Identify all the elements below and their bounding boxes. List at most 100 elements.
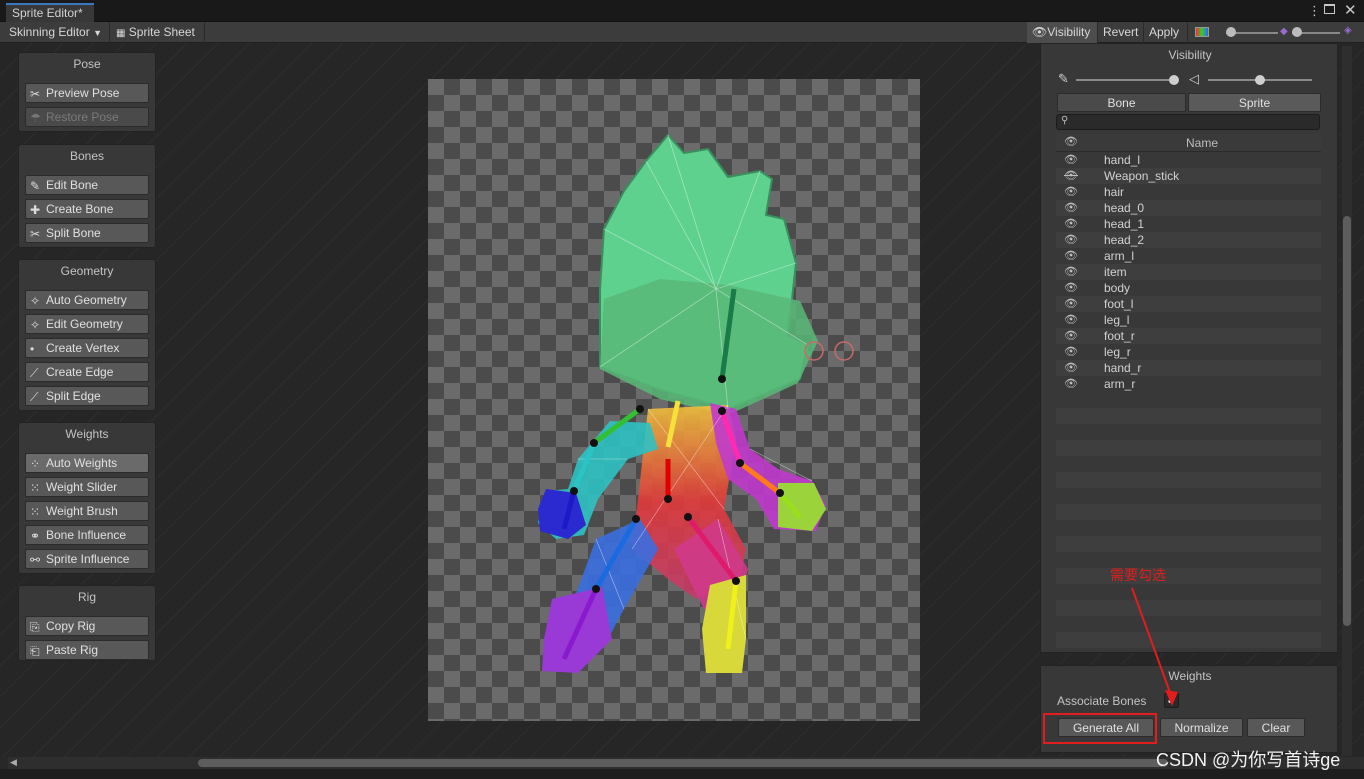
restore-pose-icon: ☂	[30, 111, 41, 125]
edit-bone-button[interactable]: ✎ Edit Bone	[25, 175, 149, 195]
tab-sprite[interactable]: Sprite	[1188, 93, 1321, 112]
copy-rig-button[interactable]: ⎘ Copy Rig	[25, 616, 149, 636]
eye-icon[interactable]: 👁	[1064, 265, 1078, 278]
eye-icon[interactable]: 👁	[1064, 249, 1078, 262]
list-item[interactable]: 👁 body	[1056, 280, 1321, 296]
search-input[interactable]: ⚲	[1056, 114, 1320, 130]
close-icon[interactable]: ✕	[1344, 1, 1357, 19]
eye-icon[interactable]: 👁	[1064, 233, 1078, 246]
bone-influence-label: Bone Influence	[46, 528, 127, 542]
visibility-toggle[interactable]: 👁Visibility	[1027, 22, 1098, 43]
layer-name: item	[1104, 265, 1127, 279]
auto-weights-button[interactable]: ⁘ Auto Weights	[25, 453, 149, 473]
normalize-label: Normalize	[1174, 721, 1229, 735]
watermark: CSDN @为你写首诗ge	[1156, 750, 1341, 770]
auto-weights-icon: ⁘	[30, 457, 41, 471]
list-item[interactable]: 👁 hand_r	[1056, 360, 1321, 376]
eye-icon[interactable]: 👁	[1064, 313, 1078, 326]
list-item[interactable]: 👁 head_0	[1056, 200, 1321, 216]
restore-pose-button[interactable]: ☂ Restore Pose	[25, 107, 149, 127]
eye-hidden-icon[interactable]: 👁	[1064, 169, 1078, 182]
edit-geometry-label: Edit Geometry	[46, 317, 123, 331]
color-channels-icon[interactable]	[1195, 27, 1209, 37]
eye-icon[interactable]: 👁	[1064, 345, 1078, 358]
create-bone-button[interactable]: ✚ Create Bone	[25, 199, 149, 219]
eye-icon[interactable]: 👁	[1064, 297, 1078, 310]
edit-geometry-button[interactable]: ✧ Edit Geometry	[25, 314, 149, 334]
tab-sprite-editor[interactable]: Sprite Editor*	[6, 3, 94, 22]
zoom-slider-thumb[interactable]	[1226, 27, 1236, 37]
weights-panel-title: Weights	[1168, 669, 1212, 683]
list-item[interactable]: 👁 Weapon_stick	[1056, 168, 1321, 184]
eye-icon[interactable]: 👁	[1064, 281, 1078, 294]
mode-dropdown[interactable]: Skinning Editor ▼	[4, 22, 110, 43]
list-item[interactable]: 👁 foot_l	[1056, 296, 1321, 312]
edit-bone-icon: ✎	[30, 179, 41, 193]
vertical-scrollbar-thumb[interactable]	[1343, 216, 1351, 626]
alpha-slider-thumb[interactable]	[1292, 27, 1302, 37]
mesh-opacity-thumb[interactable]	[1255, 75, 1265, 85]
list-item[interactable]: 👁 leg_r	[1056, 344, 1321, 360]
bone-influence-button[interactable]: ⚭ Bone Influence	[25, 525, 149, 545]
create-edge-label: Create Edge	[46, 365, 114, 379]
face-mesh	[600, 279, 818, 415]
normalize-button[interactable]: Normalize	[1160, 718, 1243, 737]
create-vertex-label: Create Vertex	[46, 341, 120, 355]
clear-button[interactable]: Clear	[1247, 718, 1305, 737]
horizontal-scrollbar-thumb[interactable]	[198, 759, 1168, 767]
list-item[interactable]: 👁 item	[1056, 264, 1321, 280]
vertical-scrollbar[interactable]	[1342, 46, 1352, 756]
apply-button[interactable]: Apply	[1144, 22, 1188, 43]
restore-pose-label: Restore Pose	[46, 110, 119, 124]
create-edge-icon: ⟋	[30, 366, 39, 380]
list-item[interactable]: 👁 arm_l	[1056, 248, 1321, 264]
eye-icon[interactable]: 👁	[1064, 201, 1078, 214]
layer-name: Weapon_stick	[1104, 169, 1180, 183]
create-edge-button[interactable]: ⟋ Create Edge	[25, 362, 149, 382]
bone-opacity-thumb[interactable]	[1169, 75, 1179, 85]
mode-dropdown-label: Skinning Editor	[9, 25, 90, 39]
revert-label: Revert	[1103, 25, 1139, 39]
list-item[interactable]: 👁 hand_l	[1056, 152, 1321, 168]
eye-icon[interactable]: 👁	[1064, 153, 1078, 166]
list-item[interactable]: 👁 hair	[1056, 184, 1321, 200]
eye-icon[interactable]: 👁	[1064, 329, 1078, 342]
scroll-left-icon[interactable]: ◀	[10, 757, 17, 768]
split-edge-button[interactable]: ⟋ Split Edge	[25, 386, 149, 406]
edit-bone-label: Edit Bone	[46, 178, 99, 192]
weight-brush-button[interactable]: ⁙ Weight Brush	[25, 501, 149, 521]
sprite-influence-button[interactable]: ⚯ Sprite Influence	[25, 549, 149, 569]
maximize-icon[interactable]	[1324, 4, 1335, 14]
sprite-preview[interactable]	[428, 79, 920, 721]
paste-rig-button[interactable]: ⎗ Paste Rig	[25, 640, 149, 660]
create-bone-label: Create Bone	[46, 202, 114, 216]
eye-icon[interactable]: 👁	[1064, 361, 1078, 374]
bone-opacity-slider[interactable]	[1076, 79, 1176, 81]
layer-name: head_0	[1104, 201, 1145, 215]
list-item[interactable]: 👁 leg_l	[1056, 312, 1321, 328]
sprite-sheet-button[interactable]: ▦ Sprite Sheet	[111, 22, 205, 43]
list-item[interactable]: 👁 head_2	[1056, 232, 1321, 248]
split-bone-label: Split Bone	[46, 226, 101, 240]
eye-icon[interactable]: 👁	[1064, 217, 1078, 230]
list-item[interactable]: 👁 foot_r	[1056, 328, 1321, 344]
visibility-panel-title: Visibility	[1168, 48, 1212, 62]
split-bone-button[interactable]: ✂ Split Bone	[25, 223, 149, 243]
grid-icon: ▦	[116, 28, 126, 39]
paste-rig-label: Paste Rig	[46, 643, 99, 657]
weight-slider-button[interactable]: ⁙ Weight Slider	[25, 477, 149, 497]
paste-icon: ⎗	[30, 644, 40, 658]
tab-bone[interactable]: Bone	[1057, 93, 1186, 112]
create-vertex-button[interactable]: • Create Vertex	[25, 338, 149, 358]
list-item[interactable]: 👁 arm_r	[1056, 376, 1321, 392]
eye-icon[interactable]: 👁	[1064, 377, 1078, 390]
revert-button[interactable]: Revert	[1098, 22, 1144, 43]
auto-geometry-button[interactable]: ✧ Auto Geometry	[25, 290, 149, 310]
list-item[interactable]: 👁 head_1	[1056, 216, 1321, 232]
pose-panel: Pose ✂ Preview Pose ☂ Restore Pose	[18, 52, 156, 132]
kebab-menu-icon[interactable]: ⋮	[1308, 3, 1321, 19]
eye-icon[interactable]: 👁	[1064, 185, 1078, 198]
auto-geometry-icon: ✧	[30, 294, 41, 308]
preview-pose-button[interactable]: ✂ Preview Pose	[25, 83, 149, 103]
tab-bone-label: Bone	[1107, 96, 1136, 110]
